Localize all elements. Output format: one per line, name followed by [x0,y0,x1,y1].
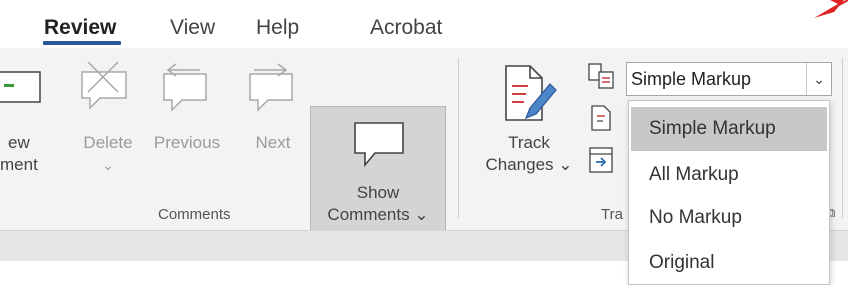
delete-chevron-down-icon: ⌄ [102,157,114,173]
red-arrow-icon [814,0,848,18]
next-label: Next [255,133,291,152]
show-comments-label-2: Comments ⌄ [327,205,429,224]
comments-group-label: Comments [158,206,231,223]
show-comments-button[interactable]: Show Comments ⌄ [310,106,446,239]
next-comment-button[interactable]: Next [244,132,302,154]
group-separator [458,58,459,218]
track-changes-label-2: Changes ⌄ [485,155,573,174]
delete-label: Delete [83,133,133,152]
show-markup-icon[interactable] [588,104,616,134]
reviewing-pane-icon[interactable] [588,146,618,176]
chevron-down-icon[interactable]: ⌄ [806,63,831,95]
track-changes-label-1: Track [508,133,550,152]
menu-item-all-markup[interactable]: All Markup [631,153,827,197]
previous-comment-icon [163,63,207,112]
previous-label: Previous [153,133,221,152]
menu-item-simple-markup[interactable]: Simple Markup [631,107,827,151]
next-comment-icon [249,63,293,112]
ribbon-tab-bar: Review View Help Acrobat [0,0,848,48]
display-for-review-icon[interactable] [587,62,617,90]
display-for-review-select[interactable]: Simple Markup ⌄ [626,62,832,96]
show-comments-label-1: Show [356,183,400,202]
markup-dropdown-menu: Simple Markup All Markup No Markup Origi… [628,100,830,285]
new-comment-icon [0,71,41,103]
new-comment-label-2: ment [0,155,38,174]
menu-item-original[interactable]: Original [631,241,827,285]
tab-review[interactable]: Review [44,16,116,40]
markup-select-value: Simple Markup [631,69,752,89]
active-tab-indicator [43,41,121,45]
menu-item-no-markup[interactable]: No Markup [631,196,827,240]
delete-comment-icon [81,61,127,110]
tab-view[interactable]: View [170,16,215,40]
new-comment-label-1: ew [8,133,30,152]
tab-acrobat[interactable]: Acrobat [370,16,442,40]
delete-comment-button[interactable]: Delete ⌄ [76,132,140,176]
track-changes-button[interactable]: Track Changes ⌄ [474,132,584,176]
tracking-group-label: Tra [601,206,623,223]
new-comment-button[interactable]: ew ment [0,132,60,176]
track-changes-icon [505,65,557,121]
previous-comment-button[interactable]: Previous [146,132,228,154]
tab-help[interactable]: Help [256,16,299,40]
show-comments-text: Show Comments ⌄ [311,182,445,226]
show-comments-icon [354,122,404,168]
group-separator-right [842,58,843,218]
